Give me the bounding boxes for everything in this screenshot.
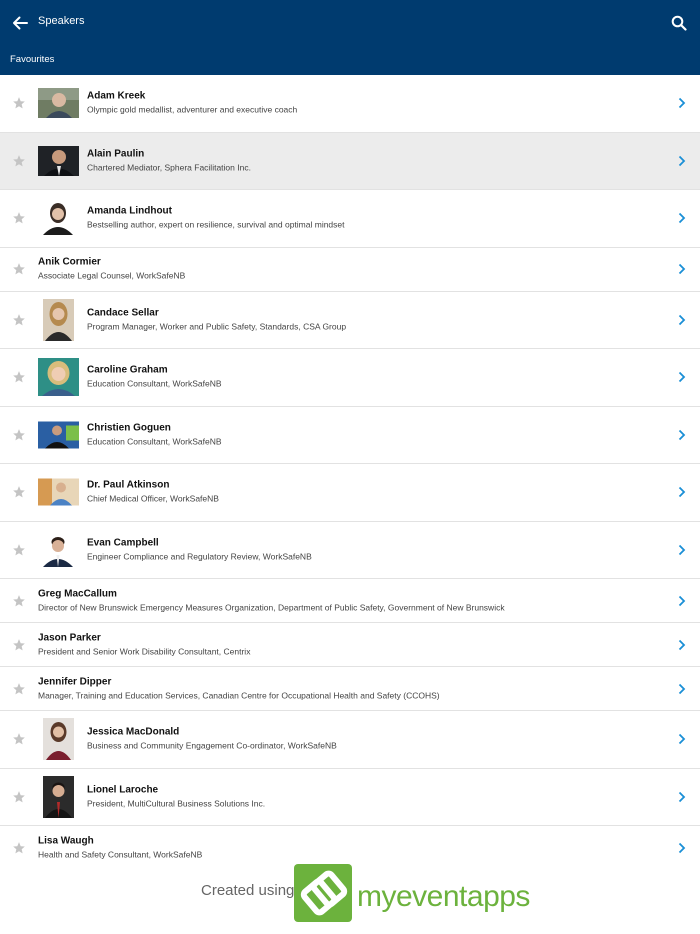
- back-button[interactable]: [8, 12, 32, 34]
- speaker-name: Christien Goguen: [87, 422, 171, 434]
- speaker-title: Education Consultant, WorkSafeNB: [87, 436, 222, 447]
- footer-branding: Created using myeventapps: [0, 858, 700, 934]
- chevron-right-icon: [678, 683, 686, 694]
- avatar: [38, 145, 79, 176]
- chevron-right-icon: [678, 639, 686, 650]
- star-icon[interactable]: [12, 370, 26, 384]
- brand-wordmark: myeventapps: [357, 880, 530, 913]
- speaker-row-jennifer-dipper[interactable]: Jennifer Dipper Manager, Training and Ed…: [0, 667, 700, 711]
- speaker-row-jason-parker[interactable]: Jason Parker President and Senior Work D…: [0, 623, 700, 667]
- star-icon[interactable]: [12, 262, 26, 276]
- speaker-row-greg-maccallum[interactable]: Greg MacCallum Director of New Brunswick…: [0, 579, 700, 623]
- avatar: [43, 775, 74, 818]
- speaker-name: Jessica MacDonald: [87, 726, 180, 738]
- star-icon[interactable]: [12, 732, 26, 746]
- speaker-name: Dr. Paul Atkinson: [87, 479, 170, 491]
- tab-favourites[interactable]: Favourites: [10, 54, 54, 65]
- speaker-title: Program Manager, Worker and Public Safet…: [87, 321, 347, 332]
- speaker-title: President and Senior Work Disability Con…: [38, 646, 251, 656]
- speaker-title: Chartered Mediator, Sphera Facilitation …: [87, 162, 251, 173]
- speaker-title: Engineer Compliance and Regulatory Revie…: [87, 551, 312, 562]
- app-header: Speakers Favourites: [0, 0, 700, 75]
- avatar: [39, 532, 77, 567]
- chevron-right-icon: [678, 791, 686, 802]
- star-icon[interactable]: [12, 211, 26, 225]
- speaker-name: Jennifer Dipper: [38, 676, 112, 687]
- star-icon[interactable]: [12, 313, 26, 327]
- speaker-title: Business and Community Engagement Co-ord…: [87, 740, 337, 751]
- chevron-right-icon: [678, 842, 686, 854]
- speaker-row-caroline-graham[interactable]: Caroline Graham Education Consultant, Wo…: [0, 349, 700, 407]
- speaker-title: Chief Medical Officer, WorkSafeNB: [87, 493, 219, 504]
- search-icon: [671, 15, 687, 31]
- speaker-row-lionel-laroche[interactable]: Lionel Laroche President, MultiCultural …: [0, 768, 700, 826]
- chevron-right-icon: [678, 734, 686, 745]
- avatar: [38, 421, 79, 449]
- speaker-name: Adam Kreek: [87, 90, 146, 102]
- star-icon[interactable]: [12, 96, 26, 110]
- avatar: [38, 358, 79, 397]
- star-icon[interactable]: [12, 428, 26, 442]
- star-icon[interactable]: [12, 841, 26, 855]
- page-title: Speakers: [38, 15, 85, 27]
- created-using-label: Created using: [201, 882, 295, 899]
- speaker-name: Amanda Lindhout: [87, 205, 172, 217]
- speaker-title: Manager, Training and Education Services…: [38, 690, 440, 700]
- speaker-row-paul-atkinson[interactable]: Dr. Paul Atkinson Chief Medical Officer,…: [0, 464, 700, 522]
- myeventapps-logo-icon: [294, 864, 352, 922]
- speaker-name: Jason Parker: [38, 632, 101, 643]
- avatar: [38, 88, 79, 119]
- chevron-right-icon: [678, 487, 686, 498]
- avatar: [43, 718, 74, 761]
- avatar: [43, 298, 74, 341]
- speaker-title: Director of New Brunswick Emergency Meas…: [38, 602, 505, 612]
- speaker-title: Olympic gold medallist, adventurer and e…: [87, 104, 298, 115]
- star-icon[interactable]: [12, 638, 26, 652]
- speaker-name: Caroline Graham: [87, 364, 168, 376]
- star-icon[interactable]: [12, 682, 26, 696]
- chevron-right-icon: [678, 213, 686, 224]
- speaker-title: Bestselling author, expert on resilience…: [87, 219, 345, 230]
- chevron-right-icon: [678, 314, 686, 325]
- speaker-row-christien-goguen[interactable]: Christien Goguen Education Consultant, W…: [0, 406, 700, 464]
- chevron-right-icon: [678, 155, 686, 166]
- speaker-name: Anik Cormier: [38, 256, 101, 268]
- speaker-row-anik-cormier[interactable]: Anik Cormier Associate Legal Counsel, Wo…: [0, 247, 700, 292]
- speaker-row-adam-kreek[interactable]: Adam Kreek Olympic gold medallist, adven…: [0, 75, 700, 133]
- star-icon[interactable]: [12, 543, 26, 557]
- chevron-right-icon: [678, 263, 686, 275]
- speaker-name: Evan Campbell: [87, 537, 159, 549]
- avatar: [39, 201, 77, 236]
- speaker-title: Associate Legal Counsel, WorkSafeNB: [38, 270, 186, 281]
- speaker-title: President, MultiCultural Business Soluti…: [87, 798, 266, 809]
- speaker-name: Alain Paulin: [87, 148, 145, 160]
- speaker-row-evan-campbell[interactable]: Evan Campbell Engineer Compliance and Re…: [0, 521, 700, 579]
- chevron-right-icon: [678, 372, 686, 383]
- speaker-name: Lionel Laroche: [87, 784, 159, 796]
- speaker-row-alain-paulin[interactable]: Alain Paulin Chartered Mediator, Sphera …: [0, 132, 700, 190]
- star-icon[interactable]: [12, 485, 26, 499]
- speaker-row-amanda-lindhout[interactable]: Amanda Lindhout Bestselling author, expe…: [0, 190, 700, 248]
- speaker-name: Lisa Waugh: [38, 835, 94, 847]
- arrow-left-icon: [13, 16, 28, 30]
- chevron-right-icon: [678, 98, 686, 109]
- speaker-name: Candace Sellar: [87, 307, 159, 319]
- avatar: [38, 478, 79, 506]
- speaker-row-candace-sellar[interactable]: Candace Sellar Program Manager, Worker a…: [0, 291, 700, 349]
- speaker-name: Greg MacCallum: [38, 588, 117, 599]
- chevron-right-icon: [678, 544, 686, 555]
- search-button[interactable]: [668, 12, 690, 34]
- star-icon[interactable]: [12, 154, 26, 168]
- speaker-row-jessica-macdonald[interactable]: Jessica MacDonald Business and Community…: [0, 711, 700, 769]
- star-icon[interactable]: [12, 790, 26, 804]
- chevron-right-icon: [678, 429, 686, 440]
- speaker-title: Education Consultant, WorkSafeNB: [87, 378, 222, 389]
- chevron-right-icon: [678, 595, 686, 606]
- speaker-list: Adam Kreek Olympic gold medallist, adven…: [0, 75, 700, 870]
- star-icon[interactable]: [12, 594, 26, 608]
